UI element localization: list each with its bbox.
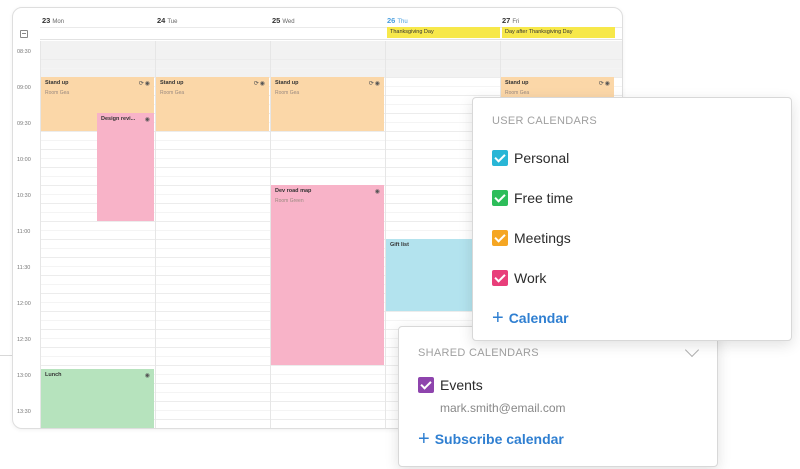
time-label: 08:30: [17, 49, 31, 55]
add-calendar-button[interactable]: + Calendar: [492, 307, 569, 329]
calendar-item-meetings[interactable]: Meetings: [492, 230, 571, 246]
shared-calendars-panel: SHARED CALENDARS Events mark.smith@email…: [398, 326, 718, 467]
day-header-thu-today[interactable]: 26 Thu: [387, 16, 408, 25]
event-dev-road-map[interactable]: Dev road map Room Green ◉: [271, 185, 384, 365]
visibility-icon: ◉: [374, 189, 381, 195]
checkbox-checked-icon[interactable]: [492, 230, 508, 246]
repeat-icon: ⟳◉: [138, 81, 151, 87]
checkbox-checked-icon[interactable]: [492, 270, 508, 286]
screenshot-stage: 23 Mon 24 Tue 25 Wed 26 Thu 27 Fri Thanksgivi…: [0, 0, 800, 469]
checkbox-checked-icon[interactable]: [418, 377, 434, 393]
checkbox-checked-icon[interactable]: [492, 150, 508, 166]
day-header-wed[interactable]: 25 Wed: [272, 16, 295, 25]
calendar-item-events[interactable]: Events: [418, 377, 483, 393]
grid-line: [40, 59, 622, 60]
time-label: 09:30: [17, 121, 31, 127]
time-label: 13:30: [17, 409, 31, 415]
event-standup-tue[interactable]: Stand up Room Gea ⟳◉: [156, 77, 269, 131]
time-label: 12:30: [17, 337, 31, 343]
chevron-down-icon[interactable]: [684, 342, 700, 358]
event-standup-wed[interactable]: Stand up Room Gea ⟳◉: [271, 77, 384, 131]
calendar-item-label: Meetings: [514, 230, 571, 246]
calendar-item-free-time[interactable]: Free time: [492, 190, 573, 206]
calendar-owner-email: mark.smith@email.com: [440, 401, 566, 415]
calendar-item-label: Events: [440, 377, 483, 393]
time-label: 09:00: [17, 85, 31, 91]
checkbox-checked-icon[interactable]: [492, 190, 508, 206]
time-label: 11:00: [17, 229, 31, 235]
user-calendars-panel: USER CALENDARS Personal Free time Meetin…: [472, 97, 792, 341]
plus-icon: +: [492, 307, 504, 329]
calendar-item-label: Free time: [514, 190, 574, 206]
repeat-icon: ⟳◉: [368, 81, 381, 87]
calendar-item-label: Personal: [514, 150, 570, 166]
time-label: 10:30: [17, 193, 31, 199]
grid-line: [40, 68, 622, 69]
repeat-icon: ⟳◉: [253, 81, 266, 87]
subscribe-calendar-label: Subscribe calendar: [434, 431, 564, 447]
time-label: 12:00: [17, 301, 31, 307]
time-label: 13:00: [17, 373, 31, 379]
visibility-icon: ◉: [144, 117, 151, 123]
time-label: 10:00: [17, 157, 31, 163]
column-line: [385, 41, 386, 428]
all-day-calendar-icon: [20, 30, 28, 38]
day-header-tue[interactable]: 24 Tue: [157, 16, 177, 25]
repeat-icon: ⟳◉: [598, 81, 611, 87]
day-header-mon[interactable]: 23 Mon: [42, 16, 64, 25]
subscribe-calendar-button[interactable]: + Subscribe calendar: [418, 428, 564, 450]
day-header-fri[interactable]: 27 Fri: [502, 16, 519, 25]
shared-calendars-title: SHARED CALENDARS: [418, 347, 539, 359]
calendar-item-work[interactable]: Work: [492, 270, 546, 286]
holiday-event[interactable]: Day after Thanksgiving Day: [502, 27, 615, 38]
add-calendar-label: Calendar: [508, 310, 569, 326]
visibility-icon: ◉: [144, 373, 151, 379]
event-design-review[interactable]: Design revi... ◉: [97, 113, 154, 221]
plus-icon: +: [418, 428, 430, 450]
event-lunch[interactable]: Lunch ◉: [41, 369, 154, 428]
user-calendars-title: USER CALENDARS: [492, 115, 598, 127]
calendar-item-label: Work: [514, 270, 547, 286]
calendar-item-personal[interactable]: Personal: [492, 150, 569, 166]
holiday-event[interactable]: Thanksgiving Day: [387, 27, 500, 38]
time-label: 11:30: [17, 265, 31, 271]
